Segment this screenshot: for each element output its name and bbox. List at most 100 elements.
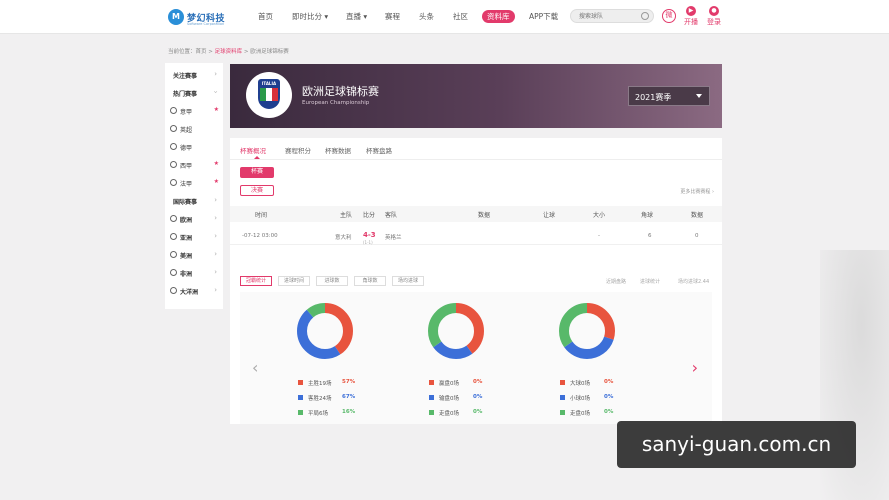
oceania-icon: [170, 287, 177, 294]
italia-shield-icon: ITALIA: [258, 79, 280, 109]
match-score[interactable]: 4-3: [363, 231, 376, 239]
breadcrumb-home[interactable]: 首页: [196, 49, 207, 55]
stats-link-recent[interactable]: 近期盘路: [606, 278, 626, 285]
weibo-icon[interactable]: 微: [662, 9, 676, 23]
nav-headlines[interactable]: 头条: [419, 11, 434, 22]
stats-tab-goal-time[interactable]: 进球时间: [278, 276, 310, 286]
legend-swatch: [429, 395, 434, 400]
legend-percent: 0%: [604, 409, 614, 415]
sidebar-item-serie-a[interactable]: 意甲 ★: [165, 102, 223, 120]
stage-final-button[interactable]: 决赛: [240, 185, 274, 196]
legend-label: 小球0场: [570, 396, 590, 402]
away-team[interactable]: 英格兰: [385, 233, 402, 241]
legend-swatch: [429, 380, 434, 385]
donut-chart: [297, 303, 353, 359]
login-label: 登录: [707, 18, 721, 26]
sidebar-item-followed[interactable]: 关注赛事 ›: [165, 66, 223, 84]
americas-icon: [170, 251, 177, 258]
breadcrumb: 当前位置：首页 > 足球资料库 > 欧洲足球锦标赛: [168, 47, 289, 55]
active-tab-indicator: [254, 156, 260, 159]
sidebar-item-ligue-1[interactable]: 法甲 ★: [165, 174, 223, 192]
tab-overview[interactable]: 杯赛概况: [240, 145, 266, 159]
nav-live-scores[interactable]: 即时比分 ▾: [292, 11, 328, 22]
column-header: 大小: [593, 212, 606, 219]
column-header: 角球: [641, 212, 654, 219]
table-row[interactable]: -07-12 03:00 意大利 4-3 (1-1) 英格兰 - 6 0: [230, 229, 722, 245]
row-data: 0: [695, 233, 699, 239]
sidebar-item-europe[interactable]: 欧洲 ›: [165, 210, 223, 228]
sidebar-item-label: 西甲: [180, 163, 193, 170]
stats-tab-avg-goals[interactable]: 场均进球: [392, 276, 424, 286]
star-icon[interactable]: ★: [214, 178, 219, 185]
sidebar-item-label: 英超: [180, 127, 193, 134]
donut-chart: [428, 303, 484, 359]
sidebar-item-americas[interactable]: 美洲 ›: [165, 246, 223, 264]
legend-label: 输盘0场: [439, 396, 459, 402]
legend-label: 大球0场: [570, 381, 590, 387]
stats-tab-overview[interactable]: 冠霸统计: [240, 276, 272, 286]
carousel-next-icon[interactable]: ›: [692, 358, 698, 377]
legend-percent: 67%: [342, 394, 356, 400]
europe-icon: [170, 215, 177, 222]
search-input[interactable]: [579, 10, 643, 22]
tab-label: 杯赛概况: [240, 147, 266, 155]
more-schedule-link[interactable]: 更多比赛赛程 ›: [680, 188, 714, 195]
premier-league-icon: [170, 125, 177, 132]
site-logo[interactable]: M 梦幻科技 Software Corporation: [168, 8, 225, 26]
sidebar-item-label: 意甲: [180, 109, 193, 116]
chevron-right-icon: ›: [214, 196, 217, 204]
stats-link-avg[interactable]: 场均进球2.44: [678, 278, 709, 285]
sidebar-item-label: 欧洲: [180, 217, 193, 224]
nav-app-download[interactable]: APP下载: [529, 11, 558, 22]
legend-percent: 0%: [473, 379, 483, 385]
nav-schedule[interactable]: 赛程: [385, 11, 400, 22]
tab-stats[interactable]: 杯赛数据: [325, 145, 351, 155]
sidebar-item-la-liga[interactable]: 西甲 ★: [165, 156, 223, 174]
nav-live-stream[interactable]: 直播 ▾: [346, 11, 367, 22]
sidebar-item-hot[interactable]: 热门赛事 ›: [165, 84, 223, 102]
sidebar-item-oceania[interactable]: 大洋洲 ›: [165, 282, 223, 300]
user-icon: ●: [709, 6, 719, 16]
nav-database[interactable]: 资料库: [482, 10, 515, 23]
total-goals: -: [598, 233, 600, 239]
caret-down-icon: [696, 94, 702, 98]
star-icon[interactable]: ★: [214, 106, 219, 113]
sidebar-item-asia[interactable]: 亚洲 ›: [165, 228, 223, 246]
top-navbar: M 梦幻科技 Software Corporation 首页 即时比分 ▾ 直播…: [0, 0, 889, 34]
serie-a-icon: [170, 107, 177, 114]
sidebar-item-premier-league[interactable]: 英超: [165, 120, 223, 138]
competition-banner: ITALIA 欧洲足球锦标赛 European Championship 202…: [230, 64, 722, 128]
sidebar-item-label: 法甲: [180, 181, 193, 188]
stage-cup-button[interactable]: 杯赛: [240, 167, 274, 178]
legend-swatch: [298, 380, 303, 385]
stats-tab-corners[interactable]: 角球数: [354, 276, 386, 286]
tab-standings[interactable]: 赛程积分: [285, 145, 311, 155]
sidebar-item-label: 美洲: [180, 253, 193, 260]
season-select[interactable]: 2021赛季: [628, 86, 710, 106]
carousel-prev-icon[interactable]: ‹: [252, 358, 258, 377]
nav-home[interactable]: 首页: [258, 11, 273, 22]
go-live-button[interactable]: ▶ 开播: [681, 6, 701, 27]
stats-tab-goals[interactable]: 进球数: [316, 276, 348, 286]
chevron-right-icon: ›: [214, 70, 217, 78]
breadcrumb-section[interactable]: 足球资料库: [215, 49, 243, 55]
home-team[interactable]: 意大利: [335, 233, 352, 241]
column-header: 客队: [385, 212, 398, 219]
sidebar-item-africa[interactable]: 非洲 ›: [165, 264, 223, 282]
search-box: [570, 9, 654, 23]
sidebar-item-label: 关注赛事: [173, 73, 198, 80]
search-icon[interactable]: [641, 12, 649, 20]
legend-percent: 0%: [604, 379, 614, 385]
nav-community[interactable]: 社区: [453, 11, 468, 22]
sidebar-item-bundesliga[interactable]: 德甲: [165, 138, 223, 156]
legend-swatch: [560, 410, 565, 415]
sidebar-item-international[interactable]: 国际赛事 ›: [165, 192, 223, 210]
tab-odds-record[interactable]: 杯赛盘路: [366, 145, 392, 155]
login-button[interactable]: ● 登录: [704, 6, 724, 27]
column-header: 比分: [363, 212, 376, 219]
stats-link-goals[interactable]: 进球统计: [640, 278, 660, 285]
star-icon[interactable]: ★: [214, 160, 219, 167]
legend-percent: 16%: [342, 409, 356, 415]
column-header: 时间: [255, 212, 268, 219]
half-time-score: (1-1): [363, 240, 373, 245]
